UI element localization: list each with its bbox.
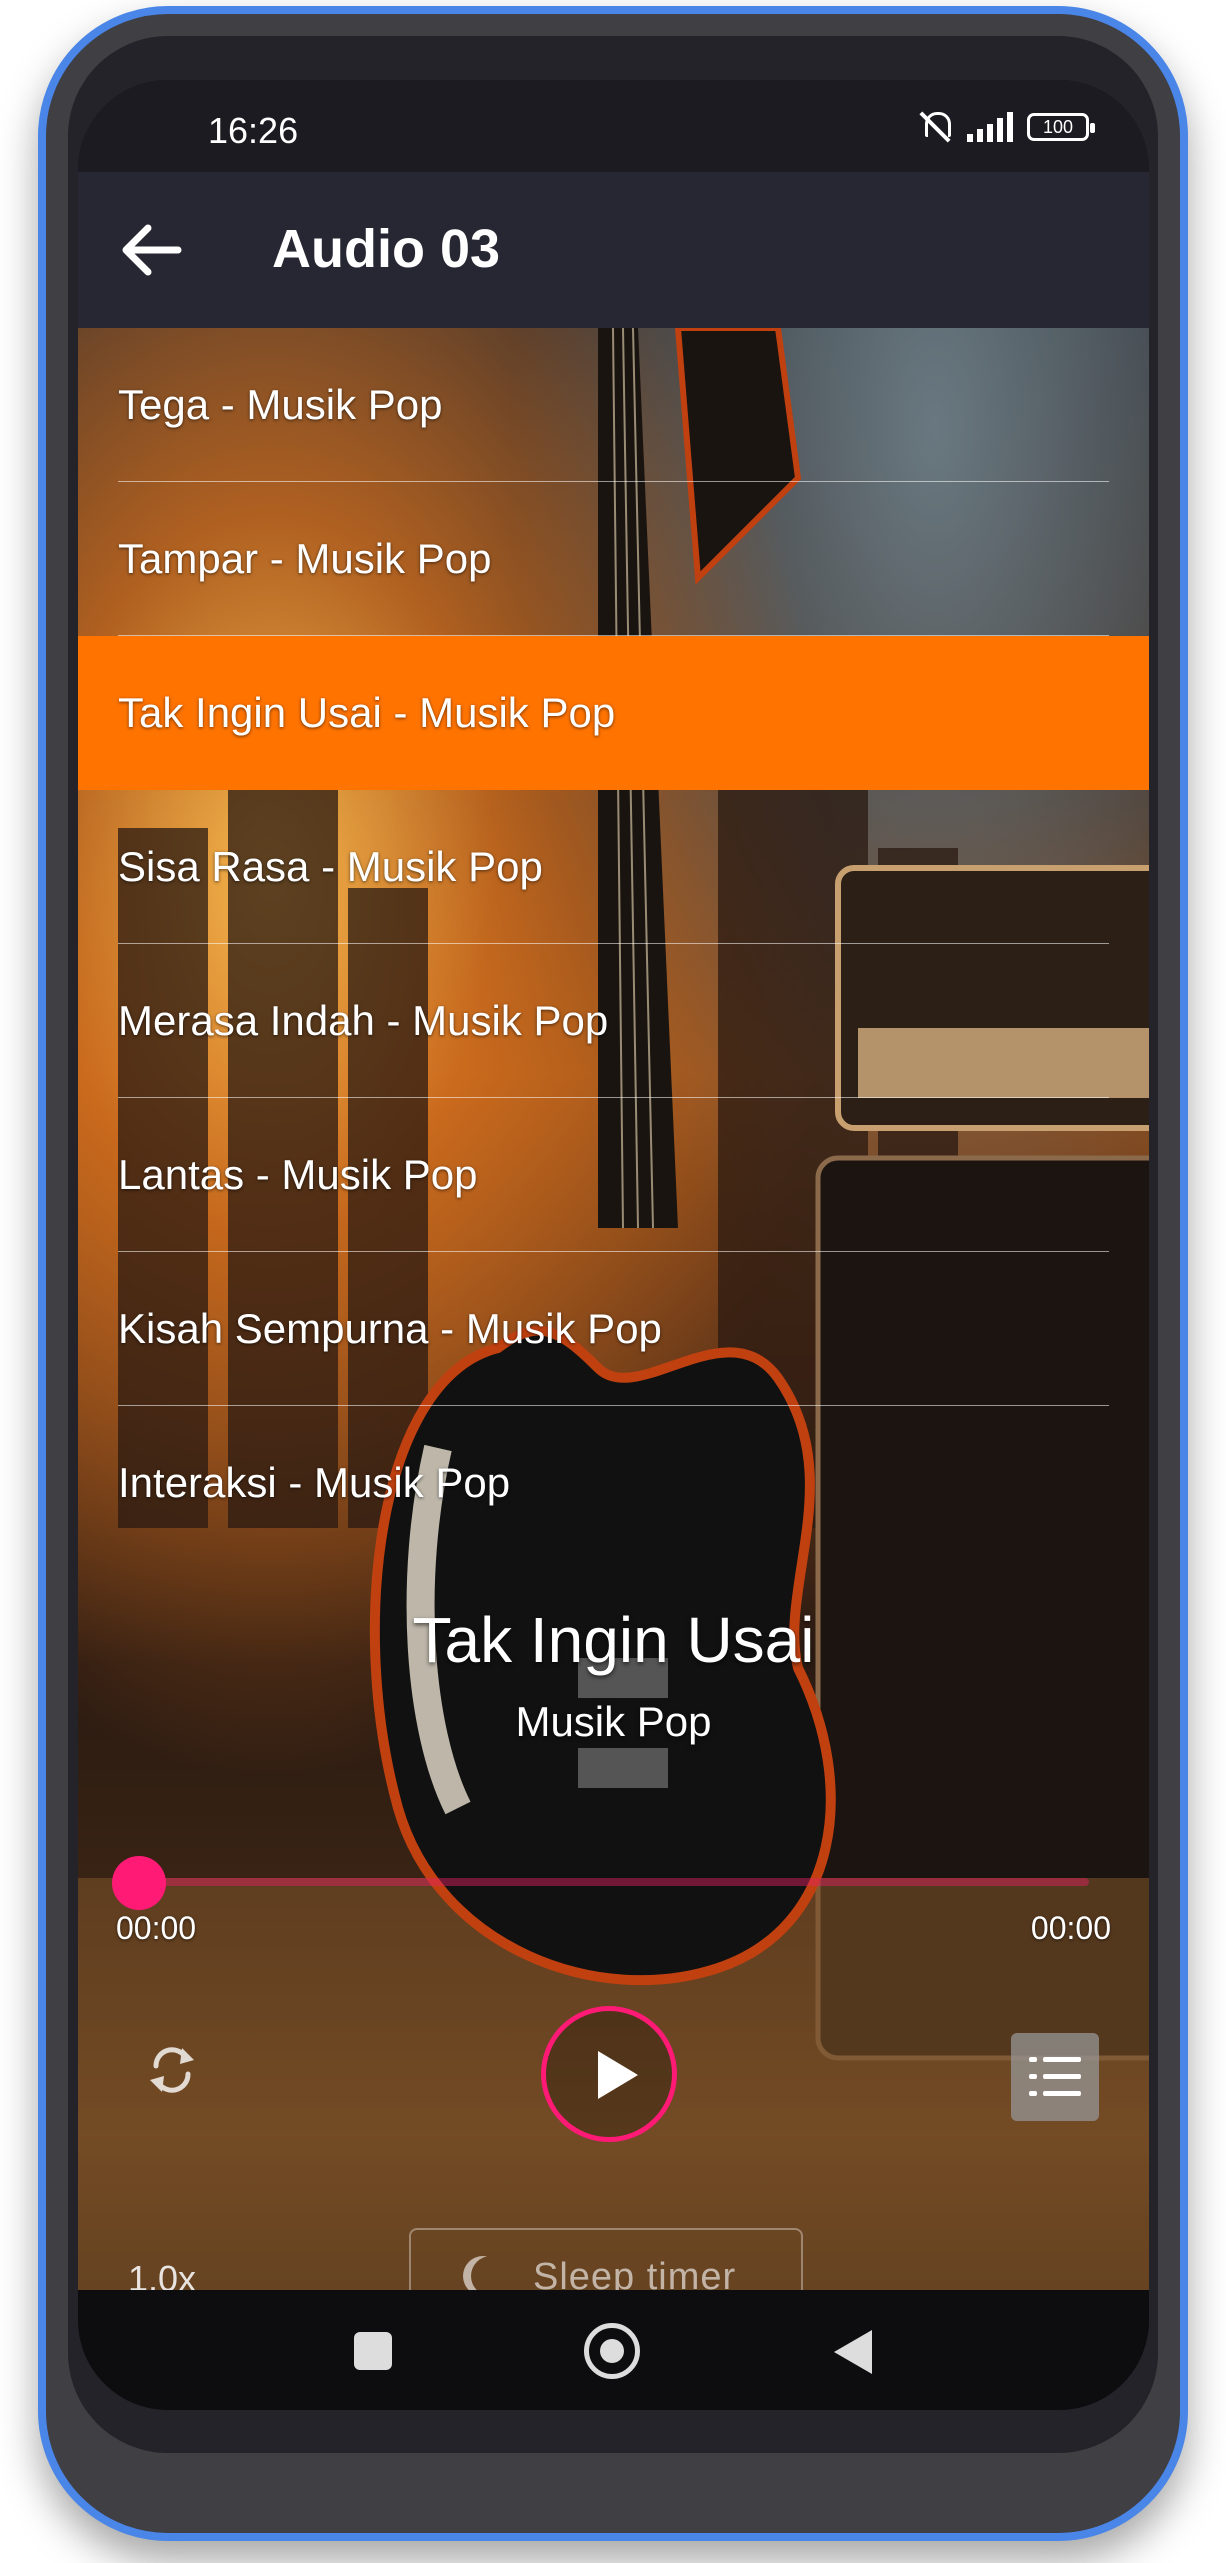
back-icon[interactable] bbox=[834, 2330, 872, 2374]
status-bar: 16:26 100 bbox=[78, 80, 1149, 172]
track-label: Kisah Sempurna - Musik Pop bbox=[118, 1305, 662, 1352]
now-playing-title: Tak Ingin Usai bbox=[412, 1604, 815, 1676]
moon-icon bbox=[471, 2256, 511, 2290]
phone-screen: 16:26 100 Audio 03 Tega - Musik Pop Tamp… bbox=[78, 80, 1149, 2410]
elapsed-time: 00:00 bbox=[116, 1910, 197, 1946]
track-label: Interaksi - Musik Pop bbox=[118, 1459, 511, 1506]
list-item[interactable]: Tega - Musik Pop bbox=[78, 328, 1149, 482]
track-label: Tampar - Musik Pop bbox=[118, 535, 492, 582]
battery-icon: 100 bbox=[1027, 113, 1095, 141]
list-item[interactable]: Tampar - Musik Pop bbox=[78, 482, 1149, 636]
play-button[interactable] bbox=[541, 2006, 677, 2142]
repeat-icon[interactable] bbox=[140, 2038, 204, 2102]
signal-icon bbox=[967, 112, 1013, 142]
list-item[interactable]: Kisah Sempurna - Musik Pop bbox=[78, 1252, 1149, 1406]
track-label: Merasa Indah - Musik Pop bbox=[118, 997, 609, 1044]
home-icon[interactable] bbox=[584, 2323, 640, 2379]
playlist-icon bbox=[1029, 2057, 1037, 2062]
sleep-timer-label: Sleep timer bbox=[533, 2256, 737, 2290]
track-label: Tak Ingin Usai - Musik Pop bbox=[118, 689, 616, 736]
now-playing-artist: Musik Pop bbox=[515, 1698, 712, 1745]
seek-thumb[interactable] bbox=[112, 1856, 166, 1910]
app-bar: Audio 03 bbox=[78, 172, 1149, 328]
track-list: Tega - Musik Pop Tampar - Musik Pop Tak … bbox=[78, 328, 1149, 1560]
status-time: 16:26 bbox=[208, 110, 299, 151]
play-icon bbox=[598, 2051, 638, 2099]
playback-speed[interactable]: 1.0x bbox=[128, 2258, 196, 2290]
page-title: Audio 03 bbox=[272, 219, 501, 279]
list-item[interactable]: Sisa Rasa - Musik Pop bbox=[78, 790, 1149, 944]
seek-bar[interactable] bbox=[138, 1878, 1089, 1886]
total-duration: 00:00 bbox=[1030, 1910, 1111, 1946]
arrow-left-icon[interactable] bbox=[116, 214, 188, 286]
notifications-off-icon bbox=[919, 110, 953, 144]
playlist-button[interactable] bbox=[1011, 2033, 1099, 2121]
recents-icon[interactable] bbox=[354, 2332, 392, 2370]
track-label: Lantas - Musik Pop bbox=[118, 1151, 478, 1198]
track-label: Sisa Rasa - Musik Pop bbox=[118, 843, 543, 890]
list-item-selected[interactable]: Tak Ingin Usai - Musik Pop bbox=[78, 636, 1149, 790]
list-item[interactable]: Lantas - Musik Pop bbox=[78, 1098, 1149, 1252]
player-content: Tega - Musik Pop Tampar - Musik Pop Tak … bbox=[78, 328, 1149, 2290]
list-item[interactable]: Merasa Indah - Musik Pop bbox=[78, 944, 1149, 1098]
list-item[interactable]: Interaksi - Musik Pop bbox=[78, 1406, 1149, 1560]
sleep-timer-button[interactable]: Sleep timer bbox=[409, 2228, 803, 2290]
system-nav-bar bbox=[78, 2290, 1149, 2410]
track-label: Tega - Musik Pop bbox=[118, 381, 443, 428]
status-icons: 100 bbox=[919, 110, 1095, 144]
